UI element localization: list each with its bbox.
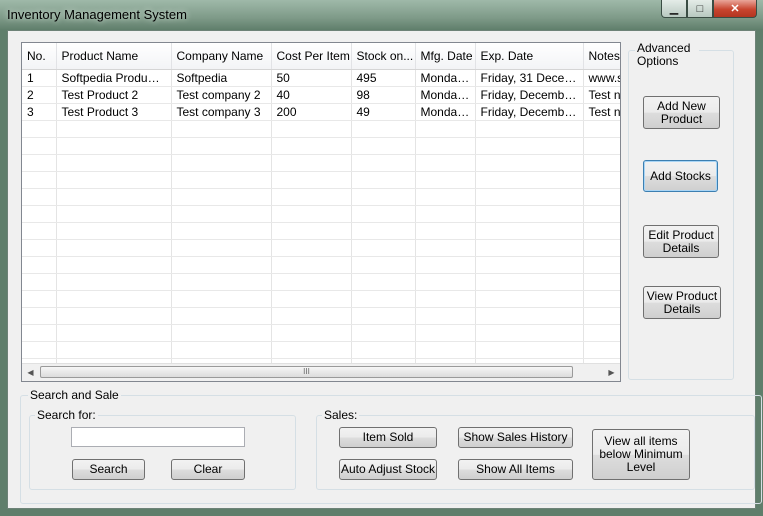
empty-row <box>22 290 620 308</box>
cell-no: 3 <box>22 103 57 121</box>
window-title: Inventory Management System <box>7 7 187 22</box>
column-header-stock[interactable]: Stock on... <box>351 43 416 70</box>
cell-stock: 98 <box>351 86 416 104</box>
cell-exp-date: Friday, December ... <box>475 103 584 121</box>
search-group: Search for: Search Clear <box>29 408 296 490</box>
table-row[interactable]: 2 Test Product 2 Test company 2 40 98 Mo… <box>22 86 620 104</box>
empty-row <box>22 239 620 257</box>
sales-label: Sales: <box>322 408 360 422</box>
table-row[interactable]: 3 Test Product 3 Test company 3 200 49 M… <box>22 103 620 121</box>
column-header-mfg-date[interactable]: Mfg. Date <box>415 43 476 70</box>
app-window: Inventory Management System ▁ □ ✕ No. Pr… <box>0 0 763 516</box>
cell-cost-per-item: 40 <box>271 86 352 104</box>
cell-company-name: Test company 2 <box>171 86 272 104</box>
empty-row <box>22 256 620 274</box>
column-header-cost-per-item[interactable]: Cost Per Item <box>271 43 352 70</box>
column-header-product-name[interactable]: Product Name <box>56 43 172 70</box>
empty-row <box>22 222 620 240</box>
cell-mfg-date: Monday... <box>415 86 476 104</box>
advanced-options-title: Advanced Options <box>635 42 699 68</box>
empty-row <box>22 171 620 189</box>
cell-cost-per-item: 200 <box>271 103 352 121</box>
column-header-no[interactable]: No. <box>22 43 57 70</box>
view-below-minimum-button[interactable]: View all items below Minimum Level <box>592 429 690 480</box>
empty-row <box>22 341 620 359</box>
search-input[interactable] <box>71 427 245 447</box>
maximize-button[interactable]: □ <box>687 0 713 18</box>
cell-cost-per-item: 50 <box>271 69 352 87</box>
table-row[interactable]: 1 Softpedia Product 1 Softpedia 50 495 M… <box>22 69 620 87</box>
auto-adjust-stock-button[interactable]: Auto Adjust Stock <box>339 459 437 480</box>
show-sales-history-button[interactable]: Show Sales History <box>458 427 573 448</box>
cell-notes: Test n <box>583 86 620 104</box>
cell-product-name: Softpedia Product 1 <box>56 69 172 87</box>
item-sold-button[interactable]: Item Sold <box>339 427 437 448</box>
cell-notes: Test n <box>583 103 620 121</box>
cell-stock: 495 <box>351 69 416 87</box>
cell-mfg-date: Monday... <box>415 69 476 87</box>
show-all-items-button[interactable]: Show All Items <box>458 459 573 480</box>
grid-header-row: No. Product Name Company Name Cost Per I… <box>22 43 620 70</box>
empty-row <box>22 188 620 206</box>
column-header-notes[interactable]: Notes <box>583 43 620 70</box>
empty-row <box>22 137 620 155</box>
main-panel: No. Product Name Company Name Cost Per I… <box>7 30 762 509</box>
scrollbar-thumb[interactable]: III <box>40 366 573 378</box>
view-product-details-button[interactable]: View Product Details <box>643 286 721 319</box>
sales-group: Sales: Item Sold Show Sales History Auto… <box>316 408 755 490</box>
title-bar[interactable]: Inventory Management System ▁ □ ✕ <box>0 0 763 30</box>
caption-buttons: ▁ □ ✕ <box>661 0 757 18</box>
add-stocks-button[interactable]: Add Stocks <box>643 160 718 192</box>
search-button[interactable]: Search <box>72 459 145 480</box>
search-and-sale-title: Search and Sale <box>28 388 121 402</box>
empty-row <box>22 324 620 342</box>
column-header-company-name[interactable]: Company Name <box>171 43 272 70</box>
empty-row <box>22 120 620 138</box>
cell-exp-date: Friday, 31 Decem... <box>475 69 584 87</box>
cell-exp-date: Friday, December ... <box>475 86 584 104</box>
cell-mfg-date: Monday... <box>415 103 476 121</box>
search-for-label: Search for: <box>35 408 98 422</box>
scroll-right-icon[interactable]: ▶ <box>603 364 620 381</box>
add-new-product-button[interactable]: Add New Product <box>643 96 720 129</box>
cell-company-name: Test company 3 <box>171 103 272 121</box>
cell-notes: www.s <box>583 69 620 87</box>
cell-company-name: Softpedia <box>171 69 272 87</box>
horizontal-scrollbar[interactable]: ◀ III ▶ <box>22 363 620 381</box>
edit-product-details-button[interactable]: Edit Product Details <box>643 225 719 258</box>
scroll-left-icon[interactable]: ◀ <box>22 364 39 381</box>
empty-row <box>22 205 620 223</box>
products-grid[interactable]: No. Product Name Company Name Cost Per I… <box>21 42 621 382</box>
empty-row <box>22 273 620 291</box>
search-and-sale-group: Search and Sale Search for: Search Clear… <box>20 388 762 504</box>
column-header-exp-date[interactable]: Exp. Date <box>475 43 584 70</box>
empty-row <box>22 154 620 172</box>
close-button[interactable]: ✕ <box>713 0 757 18</box>
cell-no: 1 <box>22 69 57 87</box>
cell-stock: 49 <box>351 103 416 121</box>
cell-no: 2 <box>22 86 57 104</box>
cell-product-name: Test Product 3 <box>56 103 172 121</box>
clear-button[interactable]: Clear <box>171 459 245 480</box>
minimize-button[interactable]: ▁ <box>661 0 687 18</box>
empty-row <box>22 307 620 325</box>
cell-product-name: Test Product 2 <box>56 86 172 104</box>
advanced-options-group: Advanced Options Add New Product Add Sto… <box>628 42 734 380</box>
products-table: No. Product Name Company Name Cost Per I… <box>22 43 620 376</box>
